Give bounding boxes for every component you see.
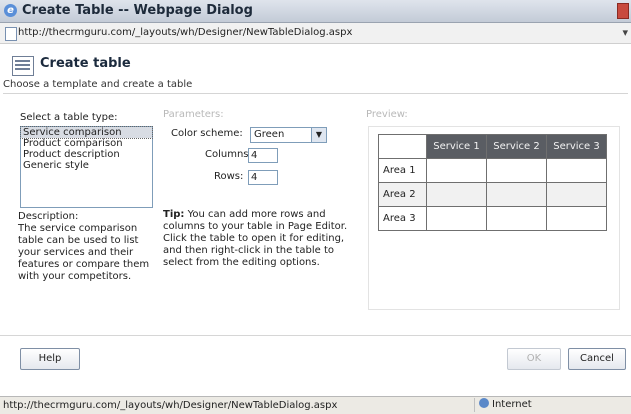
preview-row-header: Area 2 [378, 182, 427, 207]
preview-header-cell: Service 3 [546, 134, 607, 159]
list-item[interactable]: Product comparison [21, 138, 152, 149]
color-scheme-value: Green [254, 129, 285, 140]
window-title: Create Table -- Webpage Dialog [22, 3, 253, 18]
status-url: http://thecrmguru.com/_layouts/wh/Design… [3, 400, 338, 411]
security-zone: Internet [474, 398, 532, 412]
table-type-list[interactable]: Service comparison Product comparison Pr… [20, 126, 153, 208]
page-icon [5, 27, 17, 41]
preview-cell [546, 158, 607, 183]
preview-cell [426, 206, 487, 231]
help-button[interactable]: Help [20, 348, 80, 370]
tip-text: Tip: You can add more rows and columns t… [163, 209, 358, 269]
status-bar: http://thecrmguru.com/_layouts/wh/Design… [0, 396, 631, 414]
preview-header-cell: Service 1 [426, 134, 487, 159]
description: Description: The service comparison tabl… [18, 211, 158, 283]
table-type-label: Select a table type: [20, 112, 118, 123]
columns-input[interactable]: 4 [248, 148, 278, 163]
dialog-heading: Create table [40, 56, 131, 71]
preview-header-cell: Service 2 [486, 134, 547, 159]
close-icon[interactable] [617, 3, 629, 19]
zone-label: Internet [492, 399, 532, 410]
preview-heading: Preview: [366, 109, 408, 120]
preview-cell [426, 182, 487, 207]
chevron-down-icon[interactable]: ▾ [622, 26, 628, 39]
globe-icon [479, 398, 489, 408]
description-text: The service comparison table can be used… [18, 223, 150, 282]
preview-corner-cell [378, 134, 427, 159]
preview-cell [546, 206, 607, 231]
list-item[interactable]: Service comparison [20, 126, 153, 139]
list-item[interactable]: Generic style [21, 160, 152, 171]
preview-cell [426, 158, 487, 183]
rows-label: Rows: [214, 171, 244, 182]
address-bar: http://thecrmguru.com/_layouts/wh/Design… [0, 23, 631, 44]
preview-table: Service 1 Service 2 Service 3 Area 1 Are… [378, 134, 607, 231]
preview-row-header: Area 1 [378, 158, 427, 183]
address-url: http://thecrmguru.com/_layouts/wh/Design… [18, 27, 353, 38]
preview-cell [486, 206, 547, 231]
cancel-button[interactable]: Cancel [568, 348, 626, 370]
rows-input[interactable]: 4 [248, 170, 278, 185]
preview-cell [486, 182, 547, 207]
preview-cell [546, 182, 607, 207]
ok-button[interactable]: OK [507, 348, 561, 370]
description-label: Description: [18, 211, 79, 222]
tip-label: Tip: [163, 209, 185, 220]
preview-row-header: Area 3 [378, 206, 427, 231]
color-scheme-label: Color scheme: [171, 128, 243, 139]
ie-icon: e [4, 4, 17, 17]
dialog-subtitle: Choose a template and create a table [3, 79, 193, 90]
divider [3, 93, 628, 94]
color-scheme-select[interactable]: Green ▼ [250, 127, 327, 143]
preview-cell [486, 158, 547, 183]
button-row: Help OK Cancel [0, 335, 631, 396]
tip-body: You can add more rows and columns to you… [163, 209, 348, 268]
list-item[interactable]: Product description [21, 149, 152, 160]
table-icon [12, 56, 34, 76]
title-bar: e Create Table -- Webpage Dialog [0, 0, 631, 23]
parameters-heading: Parameters: [163, 109, 224, 120]
chevron-down-icon[interactable]: ▼ [311, 128, 326, 142]
columns-label: Columns: [205, 149, 252, 160]
